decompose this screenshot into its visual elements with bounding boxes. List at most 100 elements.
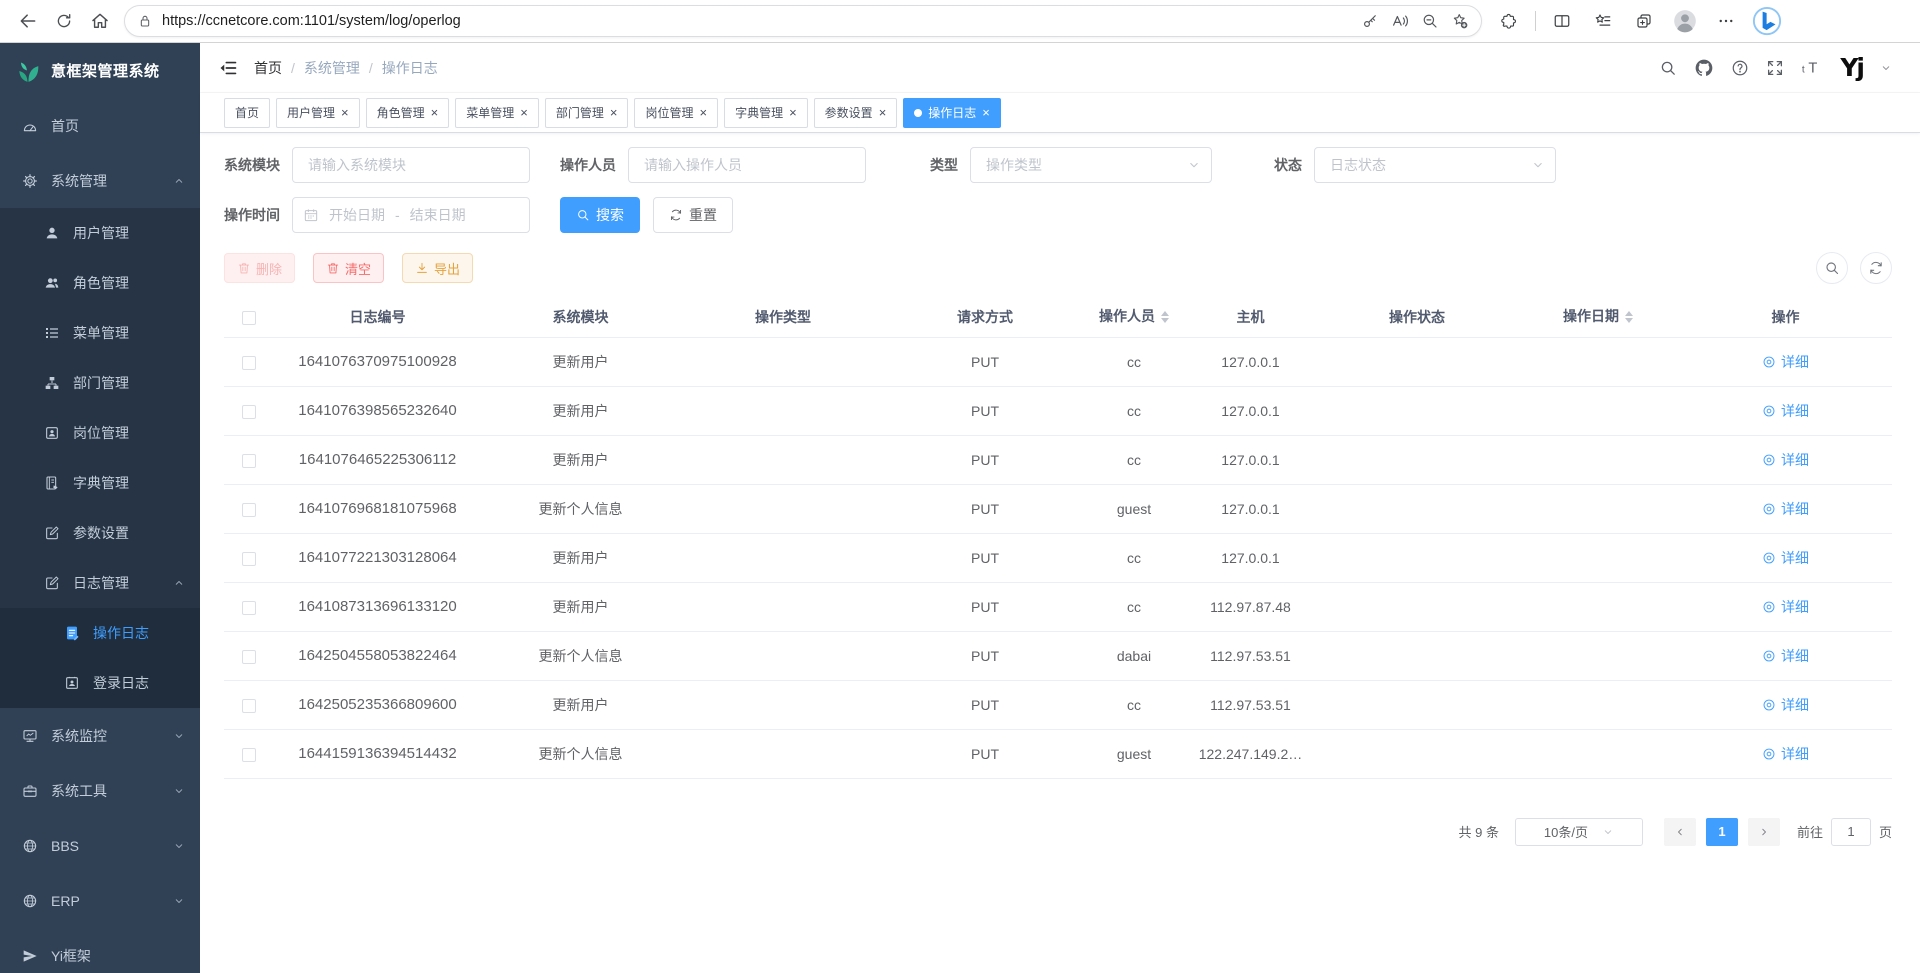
prev-page-button[interactable] <box>1664 818 1696 846</box>
row-checkbox[interactable] <box>242 748 256 762</box>
tab-user-mgmt[interactable]: 用户管理× <box>276 98 360 128</box>
close-icon[interactable]: × <box>789 106 797 119</box>
tab-menu-mgmt[interactable]: 菜单管理× <box>455 98 539 128</box>
copilot-bing-icon[interactable] <box>1752 6 1782 36</box>
tab-dict-mgmt[interactable]: 字典管理× <box>724 98 808 128</box>
browser-home-button[interactable] <box>82 4 118 38</box>
lock-icon[interactable] <box>137 13 153 29</box>
sort-caret[interactable] <box>1161 307 1169 327</box>
detail-link[interactable]: 详细 <box>1762 744 1809 764</box>
detail-link[interactable]: 详细 <box>1762 352 1809 372</box>
row-checkbox[interactable] <box>242 699 256 713</box>
export-button[interactable]: 导出 <box>402 253 473 283</box>
close-icon[interactable]: × <box>610 106 618 119</box>
add-favorite-icon[interactable] <box>1445 7 1475 35</box>
detail-link[interactable]: 详细 <box>1762 597 1809 617</box>
close-icon[interactable]: × <box>879 106 887 119</box>
user-avatar-logo[interactable]: Yj <box>1840 53 1863 83</box>
sidebar-item-param-settings[interactable]: 参数设置 <box>0 508 200 558</box>
close-icon[interactable]: × <box>431 106 439 119</box>
operator-input[interactable] <box>628 147 866 183</box>
sidebar-item-user-mgmt[interactable]: 用户管理 <box>0 208 200 258</box>
fullscreen-icon[interactable] <box>1766 59 1784 77</box>
module-input[interactable] <box>292 147 530 183</box>
breadcrumb-home[interactable]: 首页 <box>254 58 282 78</box>
tab-role-mgmt[interactable]: 角色管理× <box>366 98 450 128</box>
col-operator[interactable]: 操作人员 <box>1084 297 1184 337</box>
date-range-picker[interactable]: 开始日期 - 结束日期 <box>292 197 530 233</box>
sidebar-item-yi-framework[interactable]: Yi框架 <box>0 928 200 973</box>
row-checkbox[interactable] <box>242 552 256 566</box>
sidebar-item-dict-mgmt[interactable]: 字典管理 <box>0 458 200 508</box>
sidebar-item-dept-mgmt[interactable]: 部门管理 <box>0 358 200 408</box>
help-icon[interactable] <box>1731 59 1749 77</box>
row-checkbox[interactable] <box>242 650 256 664</box>
row-checkbox[interactable] <box>242 601 256 615</box>
tab-param-settings[interactable]: 参数设置× <box>814 98 898 128</box>
table-search-toggle-button[interactable] <box>1816 252 1848 284</box>
reset-button[interactable]: 重置 <box>653 197 733 233</box>
sidebar-item-menu-mgmt[interactable]: 菜单管理 <box>0 308 200 358</box>
detail-link[interactable]: 详细 <box>1762 499 1809 519</box>
table-refresh-button[interactable] <box>1860 252 1892 284</box>
delete-button[interactable]: 删除 <box>224 253 295 283</box>
collapse-sidebar-button[interactable] <box>218 58 238 78</box>
sidebar-item-post-mgmt[interactable]: 岗位管理 <box>0 408 200 458</box>
tab-home[interactable]: 首页 <box>224 98 270 128</box>
address-bar[interactable]: https://ccnetcore.com:1101/system/log/op… <box>124 5 1482 37</box>
detail-link[interactable]: 详细 <box>1762 450 1809 470</box>
type-select[interactable]: 操作类型 <box>970 147 1212 183</box>
browser-back-button[interactable] <box>10 4 46 38</box>
row-checkbox[interactable] <box>242 405 256 419</box>
tab-post-mgmt[interactable]: 岗位管理× <box>634 98 718 128</box>
next-page-button[interactable] <box>1748 818 1780 846</box>
col-date[interactable]: 操作日期 <box>1517 297 1679 337</box>
extensions-icon[interactable] <box>1494 6 1524 36</box>
sidebar-item-system-tools[interactable]: 系统工具 <box>0 763 200 818</box>
detail-link[interactable]: 详细 <box>1762 548 1809 568</box>
detail-link[interactable]: 详细 <box>1762 695 1809 715</box>
status-select[interactable]: 日志状态 <box>1314 147 1556 183</box>
page-number-current[interactable]: 1 <box>1706 818 1738 846</box>
close-icon[interactable]: × <box>982 106 990 119</box>
sidebar-item-login-log[interactable]: 登录日志 <box>0 658 200 708</box>
sidebar-item-bbs[interactable]: BBS <box>0 818 200 873</box>
read-aloud-icon[interactable] <box>1385 7 1415 35</box>
clear-button[interactable]: 清空 <box>313 253 384 283</box>
page-size-select[interactable]: 10条/页 <box>1515 818 1643 846</box>
close-icon[interactable]: × <box>699 106 707 119</box>
zoom-out-icon[interactable] <box>1415 7 1445 35</box>
tab-dept-mgmt[interactable]: 部门管理× <box>545 98 629 128</box>
sidebar-item-home[interactable]: 首页 <box>0 98 200 153</box>
detail-link[interactable]: 详细 <box>1762 401 1809 421</box>
more-menu-icon[interactable] <box>1711 6 1741 36</box>
sidebar-item-erp[interactable]: ERP <box>0 873 200 928</box>
sidebar-item-role-mgmt[interactable]: 角色管理 <box>0 258 200 308</box>
select-all-checkbox[interactable] <box>242 311 256 325</box>
detail-link[interactable]: 详细 <box>1762 646 1809 666</box>
profile-avatar[interactable] <box>1670 6 1700 36</box>
sidebar-item-log-mgmt[interactable]: 日志管理 <box>0 558 200 608</box>
tab-oper-log[interactable]: 操作日志× <box>903 98 1001 128</box>
split-screen-icon[interactable] <box>1547 6 1577 36</box>
header-search-icon[interactable] <box>1659 59 1677 77</box>
browser-refresh-button[interactable] <box>46 4 82 38</box>
row-checkbox[interactable] <box>242 356 256 370</box>
password-key-icon[interactable] <box>1355 7 1385 35</box>
user-menu-caret-icon[interactable] <box>1880 62 1892 74</box>
row-checkbox[interactable] <box>242 503 256 517</box>
favorites-icon[interactable] <box>1588 6 1618 36</box>
row-checkbox[interactable] <box>242 454 256 468</box>
collections-icon[interactable] <box>1629 6 1659 36</box>
sidebar-item-oper-log[interactable]: 操作日志 <box>0 608 200 658</box>
sort-caret[interactable] <box>1625 307 1633 327</box>
close-icon[interactable]: × <box>520 106 528 119</box>
goto-page-input[interactable] <box>1831 818 1871 846</box>
font-size-icon[interactable] <box>1801 57 1823 79</box>
github-icon[interactable] <box>1694 58 1714 78</box>
url-text[interactable]: https://ccnetcore.com:1101/system/log/op… <box>162 13 1355 29</box>
close-icon[interactable]: × <box>341 106 349 119</box>
search-button[interactable]: 搜索 <box>560 197 640 233</box>
sidebar-item-system-monitor[interactable]: 系统监控 <box>0 708 200 763</box>
sidebar-item-system-mgmt[interactable]: 系统管理 <box>0 153 200 208</box>
